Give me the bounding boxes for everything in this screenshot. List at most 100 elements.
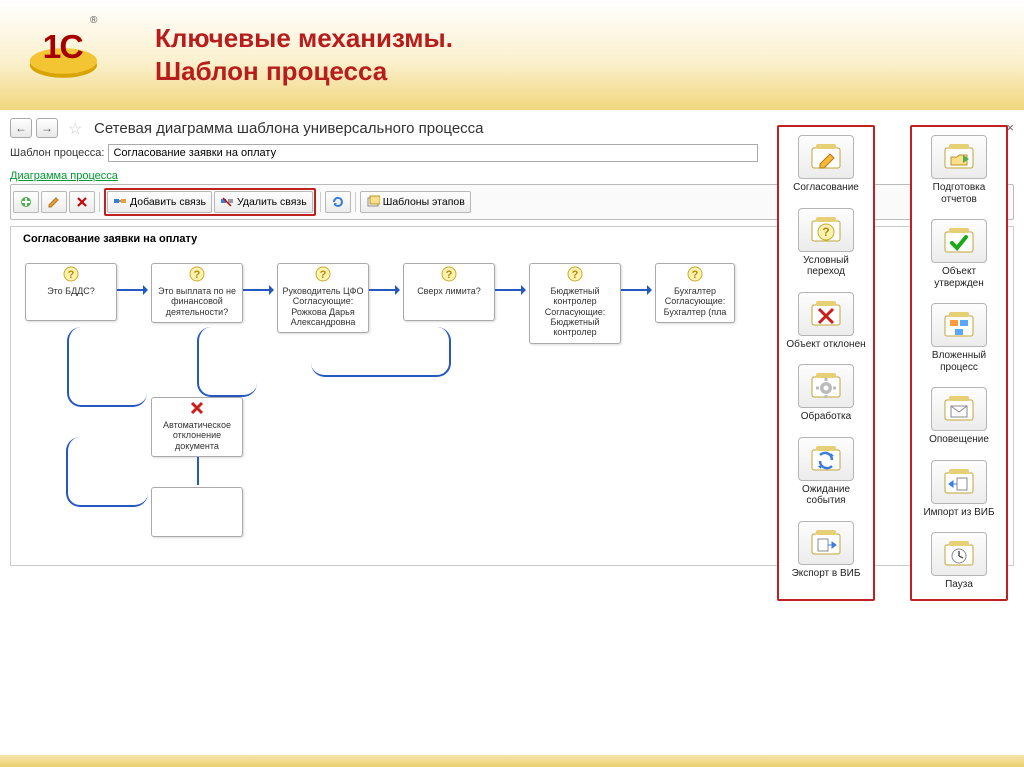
legend-panel: Согласование ? Условный переход Объект о… [777,125,1008,601]
svg-text:?: ? [320,269,327,281]
question-icon: ? [441,266,457,282]
legend-item-notify[interactable]: Оповещение [916,387,1002,446]
separator-icon [355,192,356,212]
back-button[interactable]: ← [10,118,32,138]
arrow-icon [369,289,399,291]
legend-item-rejected[interactable]: Объект отклонен [783,292,869,351]
arrows-icon [798,437,854,481]
separator-icon [99,192,100,212]
refresh-icon [331,195,345,209]
template-name-input[interactable] [108,144,758,162]
reject-icon [798,292,854,336]
diagram-title: Согласование заявки на оплату [23,233,197,245]
question-icon: ? [63,266,79,282]
legend-item-agreement[interactable]: Согласование [783,135,869,194]
legend-item-processing[interactable]: Обработка [783,364,869,423]
x-icon [75,195,89,209]
template-field-label: Шаблон процесса: [10,147,104,159]
legend-item-reports[interactable]: Подготовка отчетов [916,135,1002,205]
toolbar-delete-button[interactable] [69,191,95,213]
legend-label: Обработка [783,411,869,423]
slide-title-line1: Ключевые механизмы. [155,22,1024,55]
legend-item-import[interactable]: Импорт из ВИБ [916,460,1002,519]
add-link-button[interactable]: Добавить связь [107,191,212,213]
question-icon: ? [687,266,703,282]
reject-icon [189,400,205,416]
link-add-icon [113,195,127,209]
toolbar-edit-button[interactable] [41,191,67,213]
export-icon [798,521,854,565]
toolbar-refresh-button[interactable] [325,191,351,213]
arrow-icon [117,289,147,291]
remove-link-button[interactable]: Удалить связь [214,191,313,213]
legend-label: Условный переход [783,255,869,278]
legend-label: Согласование [783,182,869,194]
arrow-icon [495,289,525,291]
legend-label: Экспорт в ВИБ [783,568,869,580]
arrow-icon [621,289,651,291]
legend-item-export[interactable]: Экспорт в ВИБ [783,521,869,580]
breadcrumb-title: Сетевая диаграмма шаблона универсального… [94,120,484,137]
import-icon [931,460,987,504]
svg-text:?: ? [194,269,201,281]
slide-title-line2: Шаблон процесса [155,55,1024,88]
arrow-icon [197,457,199,485]
legend-label: Вложенный процесс [916,350,1002,373]
svg-text:?: ? [692,269,699,281]
legend-item-approved[interactable]: Объект утвержден [916,219,1002,289]
legend-label: Импорт из ВИБ [916,507,1002,519]
node-cfo[interactable]: ? Руководитель ЦФО Согласующие: Рожкова … [277,263,369,333]
question-icon: ? [189,266,205,282]
curve-icon [67,327,147,407]
node-budget[interactable]: ? Бюджетный контролер Согласующие: Бюдже… [529,263,621,344]
legend-label: Ожидание события [783,484,869,507]
svg-text:?: ? [68,269,75,281]
legend-label: Объект отклонен [783,339,869,351]
node-label: Руководитель ЦФО Согласующие: Рожкова Да… [278,284,368,332]
node-nonfin[interactable]: ? Это выплата по не финансовой деятельно… [151,263,243,323]
svg-text:?: ? [572,269,579,281]
node-label: Бухгалтер Согласующие: Бухгалтер (пла [656,284,734,322]
legend-label: Оповещение [916,434,1002,446]
highlighted-link-group: Добавить связь Удалить связь [104,188,316,216]
node-label: Автоматическое отклонение документа [152,418,242,456]
curve-icon [66,437,148,507]
node-accountant[interactable]: ? Бухгалтер Согласующие: Бухгалтер (пла [655,263,735,323]
gear-icon [798,364,854,408]
legend-column-right: Подготовка отчетов Объект утвержден Влож… [910,125,1008,601]
favorite-star-icon[interactable]: ☆ [68,119,86,137]
node-blank[interactable] [151,487,243,537]
node-bdds[interactable]: ? Это БДДС? [25,263,117,321]
svg-text:?: ? [822,225,829,239]
node-label: Это выплата по не финансовой деятельност… [152,284,242,322]
nested-icon [931,303,987,347]
legend-item-nested[interactable]: Вложенный процесс [916,303,1002,373]
legend-label: Объект утвержден [916,266,1002,289]
forward-button[interactable]: → [36,118,58,138]
legend-column-left: Согласование ? Условный переход Объект о… [777,125,875,601]
legend-item-conditional[interactable]: ? Условный переход [783,208,869,278]
toolbar-add-button[interactable] [13,191,39,213]
question-icon: ? [315,266,331,282]
node-label: Сверх лимита? [404,284,494,320]
node-limit[interactable]: ? Сверх лимита? [403,263,495,321]
legend-label: Пауза [916,579,1002,591]
node-autoreject[interactable]: Автоматическое отклонение документа [151,397,243,457]
edit-icon [47,195,61,209]
node-label: Это БДДС? [26,284,116,320]
templates-icon [366,195,380,209]
pencil-icon [19,195,33,209]
folder-icon [931,135,987,179]
stage-templates-button[interactable]: Шаблоны этапов [360,191,471,213]
legend-item-waiting[interactable]: Ожидание события [783,437,869,507]
node-label: Бюджетный контролер Согласующие: Бюджетн… [530,284,620,343]
question-icon: ? [567,266,583,282]
registered-icon: ® [90,15,97,26]
curve-icon [311,327,451,377]
footer-accent [0,755,1024,767]
pencil-icon [798,135,854,179]
slide-header: 1 C ® Ключевые механизмы. Шаблон процесс… [0,0,1024,110]
link-remove-icon [220,195,234,209]
legend-item-pause[interactable]: Пауза [916,532,1002,591]
svg-text:1: 1 [43,29,62,66]
